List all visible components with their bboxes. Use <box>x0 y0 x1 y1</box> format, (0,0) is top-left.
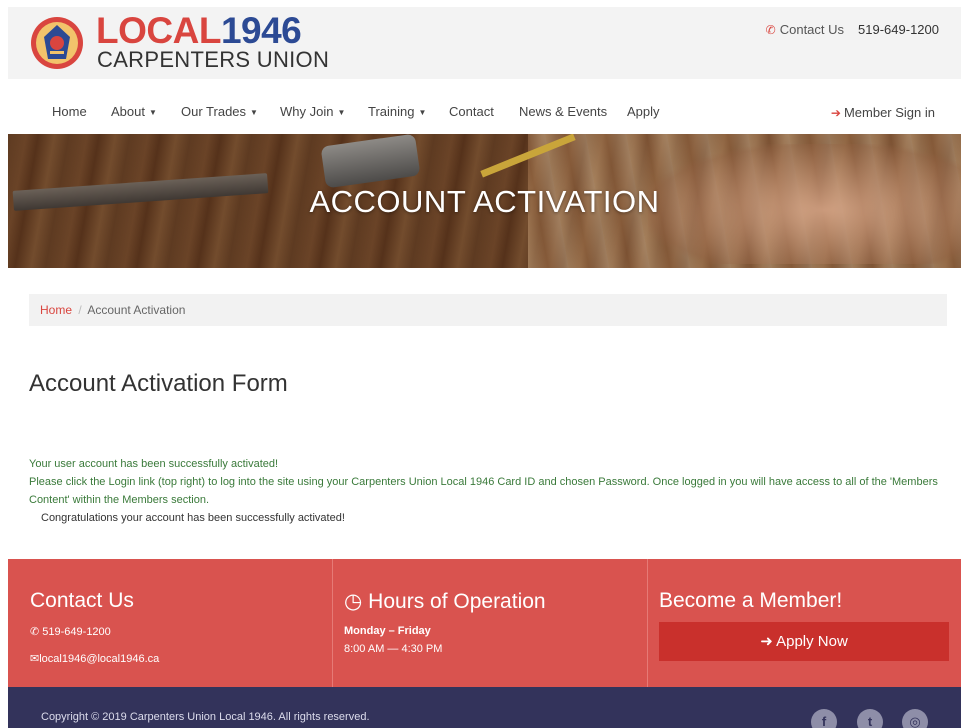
hero-banner: ACCOUNT ACTIVATION <box>8 134 961 268</box>
logo-wordmark[interactable]: LOCAL1946 <box>96 10 302 51</box>
nav-item-news-events[interactable]: News & Events <box>519 104 607 119</box>
apply-now-label: Apply Now <box>776 633 848 650</box>
footer-member-column: Become a Member! ➜ Apply Now <box>647 559 961 687</box>
member-signin-link[interactable]: ➔ Member Sign in <box>831 105 935 120</box>
caret-down-icon: ▼ <box>418 108 427 117</box>
union-logo-badge[interactable] <box>28 15 86 71</box>
nav-item-home[interactable]: Home <box>52 104 87 119</box>
sign-in-icon: ➔ <box>830 105 841 120</box>
phone-icon: ✆ <box>30 626 40 638</box>
envelope-icon: ✉ <box>30 653 40 665</box>
header-phone[interactable]: 519-649-1200 <box>858 22 939 37</box>
hero-hammer-image <box>320 134 421 189</box>
phone-icon: ✆ <box>765 22 776 37</box>
breadcrumb-current: Account Activation <box>87 303 186 317</box>
caret-down-icon: ▼ <box>148 108 157 117</box>
caret-down-icon: ▼ <box>337 108 346 117</box>
nav-item-apply[interactable]: Apply <box>627 104 660 119</box>
hero-title: ACCOUNT ACTIVATION <box>309 184 660 219</box>
member-signin-label: Member Sign in <box>843 105 935 120</box>
footer-email-text: local1946@local1946.ca <box>39 653 160 665</box>
activation-success-line: Your user account has been successfully … <box>29 458 279 470</box>
clock-icon: ◷ <box>344 590 363 613</box>
footer-phone-text: 519-649-1200 <box>42 626 111 638</box>
nav-item-about[interactable]: About ▼ <box>111 104 157 119</box>
footer-hours-column: ◷ Hours of Operation Monday – Friday 8:0… <box>332 559 647 687</box>
instagram-icon[interactable]: ◎ <box>902 709 928 728</box>
nav-label: Home <box>52 104 87 119</box>
hours-heading-text: Hours of Operation <box>368 590 546 613</box>
breadcrumb-home-link[interactable]: Home <box>40 303 72 317</box>
nav-item-our-trades[interactable]: Our Trades ▼ <box>181 104 258 119</box>
logo-subtitle: CARPENTERS UNION <box>97 47 330 72</box>
arrow-circle-right-icon: ➜ <box>760 633 773 650</box>
activation-message: Your user account has been successfully … <box>29 455 954 527</box>
nav-label: Training <box>368 104 415 119</box>
footer-info: Contact Us ✆ 519-649-1200 ✉local1946@loc… <box>8 559 961 687</box>
nav-item-contact[interactable]: Contact <box>449 104 494 119</box>
nav-label: About <box>111 104 145 119</box>
footer-bottom: Copyright © 2019 Carpenters Union Local … <box>8 687 961 728</box>
contact-us-link[interactable]: Contact Us <box>780 22 844 37</box>
caret-down-icon: ▼ <box>250 108 258 117</box>
footer-hours-heading: ◷ Hours of Operation <box>344 589 546 614</box>
nav-label: News & Events <box>519 104 608 119</box>
nav-label: Why Join <box>280 104 334 119</box>
activation-instructions: Please click the Login link (top right) … <box>29 476 938 506</box>
footer-email-link[interactable]: ✉local1946@local1946.ca <box>30 652 159 665</box>
nav-label: Apply <box>627 104 660 119</box>
breadcrumb-separator: / <box>78 303 82 317</box>
footer-phone[interactable]: ✆ 519-649-1200 <box>30 625 111 638</box>
header-contact: ✆ Contact Us 519-649-1200 <box>766 22 939 37</box>
footer-contact-heading: Contact Us <box>30 589 134 612</box>
apply-now-button[interactable]: ➜ Apply Now <box>659 622 949 661</box>
logo-local-text: LOCAL <box>96 10 221 51</box>
activation-congrats: Congratulations your account has been su… <box>41 512 345 524</box>
nav-label: Contact <box>449 104 494 119</box>
page-title: Account Activation Form <box>29 370 288 397</box>
nav-item-training[interactable]: Training ▼ <box>368 104 426 119</box>
facebook-icon[interactable]: f <box>811 709 837 728</box>
main-nav: Home About ▼ Our Trades ▼ Why Join ▼ Traini… <box>8 92 961 132</box>
footer-member-heading: Become a Member! <box>659 589 843 612</box>
footer-hours-time: 8:00 AM — 4:30 PM <box>344 643 443 655</box>
footer-contact-column: Contact Us ✆ 519-649-1200 ✉local1946@loc… <box>8 559 332 687</box>
nav-label: Our Trades <box>181 104 247 119</box>
site-header: LOCAL1946 CARPENTERS UNION ✆ Contact Us … <box>8 7 961 79</box>
nav-item-why-join[interactable]: Why Join ▼ <box>280 104 345 119</box>
copyright-text: Copyright © 2019 Carpenters Union Local … <box>41 711 370 723</box>
breadcrumb: Home / Account Activation <box>29 294 947 326</box>
logo-number-text: 1946 <box>220 10 302 51</box>
twitter-icon[interactable]: t <box>857 709 883 728</box>
footer-hours-days: Monday – Friday <box>344 625 431 637</box>
